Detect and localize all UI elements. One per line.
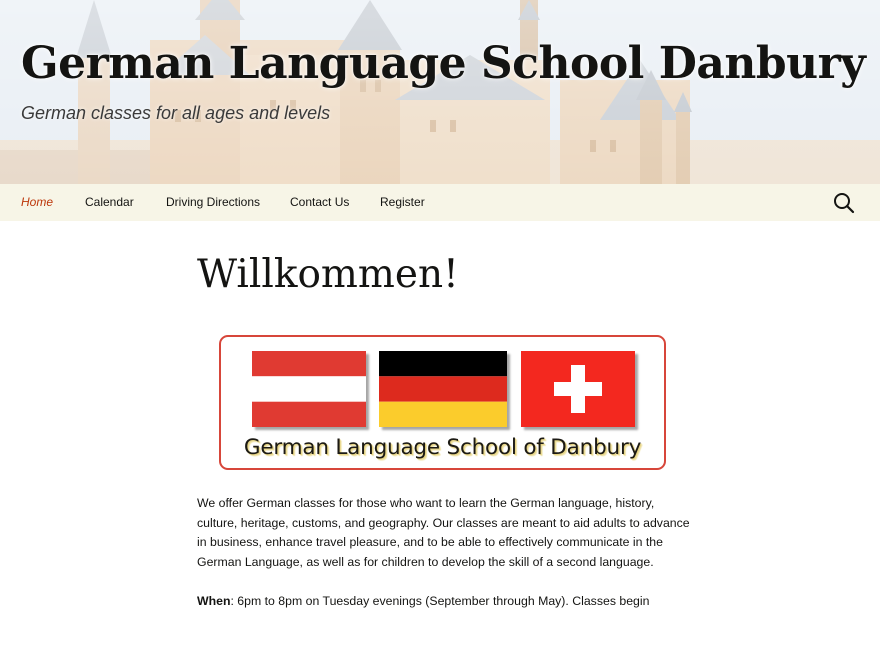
nav-item-home[interactable]: Home [21,184,53,221]
school-banner-image: German Language School of Danbury [219,335,666,470]
when-paragraph: When: 6pm to 8pm on Tuesday evenings (Se… [197,592,717,612]
header-overlay [0,0,880,184]
banner-caption: German Language School of Danbury [243,435,642,460]
nav-item-register[interactable]: Register [380,184,425,221]
switzerland-flag [521,351,635,427]
search-button[interactable] [833,192,855,214]
austria-flag [252,351,366,427]
search-icon [834,193,855,214]
site-title[interactable]: German Language School Danbury [21,38,866,89]
nav-item-calendar[interactable]: Calendar [85,184,134,221]
when-label: When [197,594,231,608]
when-text: : 6pm to 8pm on Tuesday evenings (Septem… [230,594,650,608]
intro-paragraph: We offer German classes for those who wa… [197,496,690,569]
germany-flag [379,351,507,427]
main-navigation: Home Calendar Driving Directions Contact… [0,184,880,221]
page-title: Willkommen! [197,252,459,297]
nav-item-driving-directions[interactable]: Driving Directions [166,184,260,221]
site-description: German classes for all ages and levels [21,103,331,123]
site-header: German Language School Danbury German cl… [0,0,880,184]
nav-item-contact-us[interactable]: Contact Us [290,184,349,221]
